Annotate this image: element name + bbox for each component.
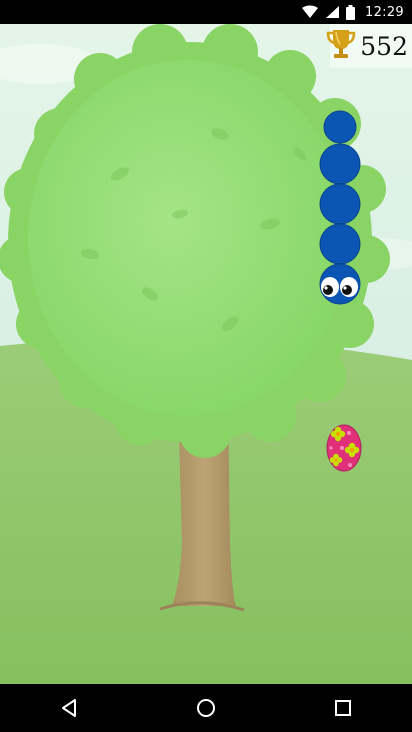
game-canvas[interactable]: 552 xyxy=(0,24,412,684)
score-display: 552 xyxy=(327,24,412,68)
recents-button[interactable] xyxy=(313,684,373,732)
home-button[interactable] xyxy=(176,684,236,732)
recents-icon xyxy=(335,700,352,716)
easter-egg xyxy=(326,424,362,472)
signal-icon xyxy=(325,5,340,19)
snake-head xyxy=(319,263,361,305)
snake-segment xyxy=(319,143,361,185)
snake-segment xyxy=(319,223,361,265)
home-icon xyxy=(196,699,215,717)
score-value: 552 xyxy=(360,31,408,61)
navigation-bar xyxy=(0,684,412,732)
wifi-icon xyxy=(301,5,319,19)
game-screen: 12:29 552 xyxy=(0,0,412,732)
status-bar: 12:29 xyxy=(0,0,412,24)
clock-time: 12:29 xyxy=(365,4,404,20)
back-button[interactable] xyxy=(39,684,99,732)
battery-icon xyxy=(346,4,356,20)
snake-segment xyxy=(319,183,361,225)
trophy-icon xyxy=(326,28,356,64)
back-icon xyxy=(61,699,76,717)
snake-segment xyxy=(323,110,357,144)
game-scene xyxy=(0,24,412,684)
